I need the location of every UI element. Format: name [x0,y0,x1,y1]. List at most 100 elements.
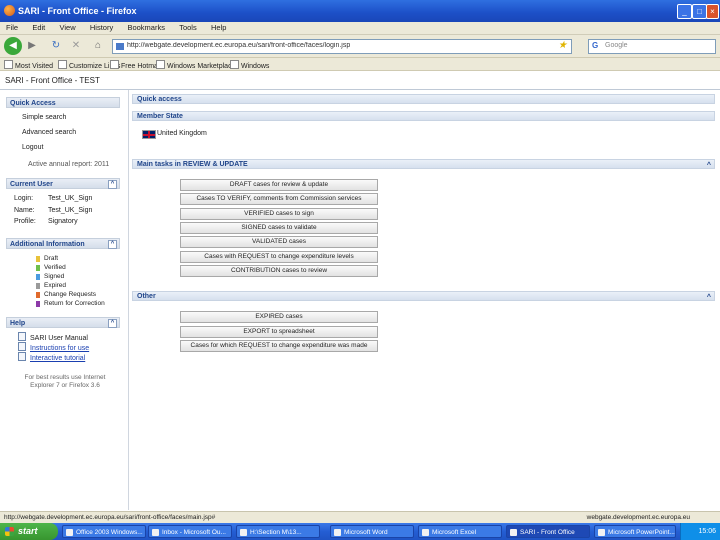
bookmark-icon [58,60,67,69]
taskbar-window-label: Office 2003 Windows... [76,529,143,536]
app-header: SARI - Front Office - TEST [0,71,720,90]
member-state-header: Member State [132,111,715,121]
status-url: http://webgate.development.ec.europa.eu/… [4,514,216,521]
taskbar-window-label: Microsoft PowerPoint... [608,529,675,536]
other-task-button[interactable]: EXPIRED cases [180,311,378,323]
start-button[interactable]: start [0,523,58,540]
taskbar-window-label: Microsoft Word [344,529,388,536]
name-value: Test_UK_Sign [48,207,93,214]
bookmark-star-icon[interactable]: ★ [558,40,567,51]
bookmark-most-visited[interactable]: Most Visited [4,60,53,71]
current-user-header: Current User ^ [6,178,120,189]
menu-help[interactable]: Help [211,22,226,34]
annual-report-text: Active annual report: 2011 [28,161,110,168]
task-button[interactable]: DRAFT cases for review & update [180,179,378,191]
other-title: Other [137,293,156,300]
help-item-label: Instructions for use [30,345,90,352]
browser-recommendation-text: For best results use Internet Explorer 7… [24,374,106,389]
taskbar-window-button[interactable]: Microsoft Word [330,525,414,538]
menu-history[interactable]: History [90,22,113,34]
taskbar-window-button[interactable]: Microsoft Excel [418,525,502,538]
other-header: Other ^ [132,291,715,301]
reload-icon[interactable]: ↻ [48,38,64,54]
app-icon [66,529,73,536]
address-bar[interactable]: http://webgate.development.ec.europa.eu/… [112,39,572,54]
google-icon: G [592,41,599,50]
taskbar-window-button[interactable]: Inbox - Microsoft Ou... [148,525,232,538]
bookmark-windows[interactable]: Windows [230,60,269,71]
close-button[interactable]: × [706,4,719,19]
home-icon[interactable]: ⌂ [90,38,106,54]
window-title: SARI - Front Office - Firefox [18,6,137,16]
task-button[interactable]: VERIFIED cases to sign [180,207,378,220]
help-tutorial-link[interactable]: Interactive tutorial [18,352,85,362]
legend-swatch [36,274,40,280]
bookmark-free-hotmail[interactable]: Free Hotmail [110,60,161,71]
app-icon [422,529,429,536]
clock: 15:06 [698,528,716,535]
simple-search-link[interactable]: Simple search [22,114,66,121]
bookmark-label: Windows [241,63,270,70]
quick-access-header: Quick access [132,94,715,104]
collapse-icon[interactable]: ^ [707,161,711,171]
task-button[interactable]: Cases with REQUEST to change expenditure… [180,250,378,263]
navigation-toolbar: ◀ ▶ ↻ ✕ ⌂ http://webgate.development.ec.… [0,35,720,58]
firefox-icon [4,5,15,16]
taskbar-window-label: Inbox - Microsoft Ou... [162,529,226,536]
main-tasks-header: Main tasks in REVIEW & UPDATE ^ [132,159,715,169]
window-title-bar: SARI - Front Office - Firefox _ □ × [0,0,720,22]
collapse-icon[interactable]: ^ [108,240,117,249]
app-icon [510,529,517,536]
quick-access-menu-title: Quick Access [10,100,56,107]
task-button[interactable]: VALIDATED cases [180,236,378,249]
advanced-search-link[interactable]: Advanced search [22,129,76,136]
menu-view[interactable]: View [60,22,76,34]
back-button[interactable]: ◀ [4,37,22,55]
other-task-button[interactable]: EXPORT to spreadsheet [180,325,378,338]
search-input[interactable]: G Google [588,39,716,54]
start-label: start [18,526,38,536]
other-task-button[interactable]: Cases for which REQUEST to change expend… [180,340,378,352]
url-text: http://webgate.development.ec.europa.eu/… [127,42,351,49]
minimize-button[interactable]: _ [677,4,692,19]
bookmark-icon [4,60,13,69]
legend-swatch [36,301,40,307]
legend-label: Expired [44,282,67,289]
legend-label: Signed [44,273,65,280]
help-user-manual[interactable]: SARI User Manual [18,332,88,342]
taskbar-window-label: Microsoft Excel [432,529,477,536]
menu-bookmarks[interactable]: Bookmarks [127,22,165,34]
taskbar-window-button[interactable]: SARI - Front Office [506,525,590,538]
menu-tools[interactable]: Tools [179,22,197,34]
collapse-icon[interactable]: ^ [707,293,711,303]
document-icon [18,352,26,361]
legend-label: Return for Correction [44,300,105,307]
app-icon [152,529,159,536]
search-placeholder: Google [605,42,628,49]
legend-swatch [36,292,40,298]
collapse-icon[interactable]: ^ [108,319,117,328]
task-button[interactable]: Cases TO VERIFY, comments from Commissio… [180,193,378,206]
task-button[interactable]: CONTRIBUTION cases to review [180,264,378,277]
help-title: Help [10,320,26,327]
maximize-button[interactable]: □ [692,4,707,19]
site-favicon [116,43,124,50]
windows-taskbar: start Office 2003 Windows... Inbox - Micr… [0,523,720,540]
collapse-icon[interactable]: ^ [108,180,117,189]
app-icon [240,529,247,536]
taskbar-window-button[interactable]: Microsoft PowerPoint... [594,525,676,538]
stop-icon[interactable]: ✕ [68,38,84,54]
logout-link[interactable]: Logout [22,144,43,151]
forward-button[interactable]: ▶ [24,38,40,54]
help-instructions-link[interactable]: Instructions for use [18,342,89,352]
bookmark-windows-marketplace[interactable]: Windows Marketplace [156,60,235,71]
member-state-value: United Kingdom [157,130,207,137]
menu-edit[interactable]: Edit [32,22,45,34]
system-tray: 15:06 [680,523,720,540]
help-item-label: Interactive tutorial [30,355,86,362]
taskbar-window-button[interactable]: H:\Section M\13... [236,525,320,538]
task-button[interactable]: SIGNED cases to validate [180,221,378,234]
additional-info-header: Additional Information ^ [6,238,120,249]
menu-file[interactable]: File [6,22,18,34]
taskbar-window-button[interactable]: Office 2003 Windows... [62,525,146,538]
